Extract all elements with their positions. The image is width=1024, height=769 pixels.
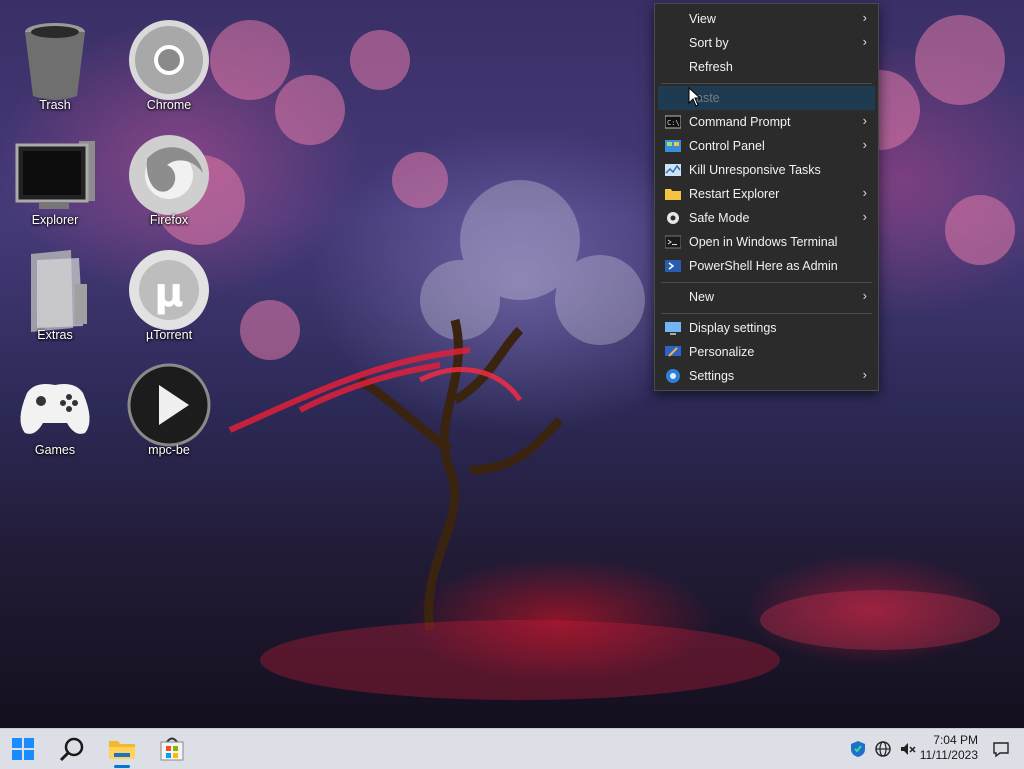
desktop-icon-extras[interactable]: Extras: [5, 236, 105, 348]
desktop-icon-label: Trash: [39, 98, 71, 112]
menu-item-sort-by[interactable]: Sort by ›: [658, 31, 875, 55]
menu-item-personalize[interactable]: Personalize: [658, 340, 875, 364]
desktop-icon-chrome[interactable]: Chrome: [119, 6, 219, 118]
chevron-right-icon: ›: [862, 367, 867, 382]
desktop-icon-label: Games: [34, 443, 76, 457]
desktop-icon-utorrent[interactable]: µ µTorrent: [119, 236, 219, 348]
desktop-icon-label: µTorrent: [145, 328, 193, 342]
system-clock[interactable]: 7:04 PM 11/11/2023: [898, 733, 978, 763]
desktop-icon-label: mpc-be: [148, 443, 190, 457]
folder-extras-icon: [31, 250, 87, 332]
task-monitor-icon: [665, 164, 681, 176]
display-icon: [665, 322, 681, 335]
menu-item-powershell-admin[interactable]: PowerShell Here as Admin: [658, 254, 875, 278]
gamepad-icon: [20, 384, 90, 434]
security-shield-icon[interactable]: [849, 740, 867, 758]
desktop-icon-mpc-be[interactable]: mpc-be: [119, 351, 219, 463]
chevron-right-icon: ›: [862, 185, 867, 200]
menu-item-kill-unresponsive-tasks[interactable]: Kill Unresponsive Tasks: [658, 158, 875, 182]
desktop-icon-explorer[interactable]: Explorer: [5, 121, 105, 233]
desktop-icon-label: Explorer: [31, 213, 79, 227]
clock-time: 7:04 PM: [933, 733, 978, 747]
desktop-icon-firefox[interactable]: Firefox: [119, 121, 219, 233]
menu-separator: [661, 83, 872, 84]
notification-icon[interactable]: [992, 740, 1010, 758]
menu-item-display-settings[interactable]: Display settings: [658, 316, 875, 340]
menu-item-new[interactable]: New ›: [658, 285, 875, 309]
menu-item-control-panel[interactable]: Control Panel ›: [658, 134, 875, 158]
desktop-context-menu: View › Sort by › Refresh aste C:\ Comman…: [654, 3, 879, 391]
search-icon[interactable]: [56, 733, 88, 765]
play-icon: [127, 363, 211, 447]
mouse-cursor-icon: [688, 87, 702, 107]
menu-separator: [661, 282, 872, 283]
desktop-icon-trash[interactable]: Trash: [5, 6, 105, 118]
menu-item-settings[interactable]: Settings ›: [658, 364, 875, 388]
store-icon[interactable]: [156, 733, 188, 765]
computer-monitor-icon: [15, 141, 95, 209]
network-globe-icon[interactable]: [874, 740, 892, 758]
chevron-right-icon: ›: [862, 137, 867, 152]
cmd-icon: C:\: [665, 115, 681, 129]
desktop-icon-label: Chrome: [146, 98, 192, 112]
menu-item-restart-explorer[interactable]: Restart Explorer ›: [658, 182, 875, 206]
clock-date: 11/11/2023: [919, 748, 978, 762]
trash-bin-icon: [25, 23, 85, 100]
chevron-right-icon: ›: [862, 288, 867, 303]
desktop-icon-games[interactable]: Games: [5, 351, 105, 463]
folder-icon: [665, 189, 681, 200]
settings-gear-icon: [666, 369, 680, 383]
chevron-right-icon: ›: [862, 10, 867, 25]
chevron-right-icon: ›: [862, 113, 867, 128]
taskbar: 7:04 PM 11/11/2023: [0, 728, 1024, 769]
menu-separator: [661, 313, 872, 314]
powershell-icon: [665, 260, 681, 272]
svg-text:µ: µ: [154, 270, 183, 316]
desktop-icon-label: Firefox: [149, 213, 189, 227]
menu-item-view[interactable]: View ›: [658, 7, 875, 31]
chevron-right-icon: ›: [862, 34, 867, 49]
utorrent-icon: µ: [129, 250, 209, 330]
start-icon[interactable]: [7, 733, 39, 765]
personalize-icon: [665, 346, 681, 357]
desktop-icon-label: Extras: [37, 328, 73, 342]
firefox-icon: [129, 135, 209, 215]
menu-item-command-prompt[interactable]: C:\ Command Prompt ›: [658, 110, 875, 134]
svg-text:C:\: C:\: [667, 119, 680, 127]
menu-item-open-in-windows-terminal[interactable]: Open in Windows Terminal: [658, 230, 875, 254]
file-explorer-icon[interactable]: [106, 733, 138, 765]
terminal-icon: [665, 235, 681, 249]
control-panel-icon: [665, 140, 681, 152]
chrome-icon: [129, 20, 209, 100]
chevron-right-icon: ›: [862, 209, 867, 224]
menu-item-safe-mode[interactable]: Safe Mode ›: [658, 206, 875, 230]
menu-item-refresh[interactable]: Refresh: [658, 55, 875, 79]
gear-icon: [667, 212, 679, 224]
